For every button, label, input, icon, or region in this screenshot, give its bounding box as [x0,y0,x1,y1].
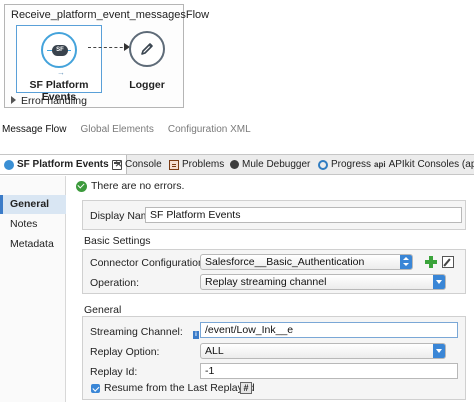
chevron-down-icon [433,344,445,358]
pencil-icon [141,43,153,55]
sf-platform-events-node[interactable]: SF → SF Platform Events [16,25,102,103]
tab-global-elements[interactable]: Global Elements [78,124,155,138]
apikit-icon: api [374,160,386,169]
debugger-bug-icon [230,160,239,169]
connector-configuration-value: Salesforce__Basic_Authentication [205,256,365,268]
tab-console[interactable]: Console [108,155,166,174]
display-name-field[interactable]: SF Platform Events [145,207,462,223]
sf-platform-events-icon: SF [41,32,77,68]
resume-label: Resume from the Last Replay Id [104,382,255,394]
flow-title: Receive_platform_event_messagesFlow [11,9,210,21]
display-name-group: Display Name: SF Platform Events [82,200,466,230]
add-icon[interactable] [425,256,437,268]
nav-item-general[interactable]: General [0,195,66,214]
tab-label: Console [125,159,162,170]
streaming-channel-label: Streaming Channel: [90,326,183,338]
tab-label: Mule Debugger [242,159,311,170]
streaming-channel-field[interactable]: /event/Low_Ink__e [200,322,458,338]
connector-configuration-label: Connector Configuration: [90,257,207,269]
properties-nav: General Notes Metadata [0,176,66,402]
tab-message-flow[interactable]: Message Flow [0,124,68,138]
source-arrow-icon: → [57,68,65,77]
replay-option-select[interactable]: ALL [200,343,446,359]
progress-icon [318,159,328,170]
resume-checkbox[interactable] [91,384,100,393]
edit-icon[interactable] [442,256,454,268]
tab-mule-debugger[interactable]: Mule Debugger [226,155,314,174]
operation-select[interactable]: Replay streaming channel [200,274,446,290]
tab-apikit-consoles[interactable]: api APIkit Consoles (apsta [370,155,474,174]
replay-option-label: Replay Option: [90,346,160,358]
sf-platform-events-icon [4,159,14,170]
replay-id-label: Replay Id: [90,366,138,378]
tab-problems[interactable]: Problems [165,155,228,174]
problems-icon [169,159,179,170]
nav-item-notes[interactable]: Notes [0,215,66,234]
nav-item-metadata[interactable]: Metadata [0,235,66,254]
expression-toggle-button[interactable]: # [240,382,252,394]
error-handling-label: Error handling [21,95,87,107]
operation-label: Operation: [90,277,140,289]
check-icon [76,180,87,192]
tab-label: Progress [331,159,372,170]
general-title: General [84,304,122,316]
salesforce-cloud-icon: SF [52,45,68,56]
basic-settings-group: Connector Configuration: Salesforce__Bas… [82,249,466,294]
tab-label: APIkit Consoles (apsta [388,159,474,170]
views-tab-bar: SF Platform Events ✕ Console Problems Mu… [0,154,474,175]
basic-settings-title: Basic Settings [84,235,151,247]
editor-tab-bar: Message Flow Global Elements Configurati… [0,124,253,138]
general-group: Streaming Channel: i /event/Low_Ink__e R… [82,316,466,400]
logger-node[interactable] [129,31,165,67]
replay-option-value: ALL [205,345,224,357]
tab-label: SF Platform Events [17,159,109,170]
operation-value: Replay streaming channel [205,276,327,288]
replay-id-field[interactable]: -1 [200,363,458,379]
info-badge-icon: i [193,331,199,339]
expand-triangle-icon [11,96,16,104]
status-text: There are no errors. [91,180,185,192]
chevron-down-icon [433,275,445,289]
console-icon [112,159,122,170]
error-handling-toggle[interactable]: Error handling [11,95,87,107]
tab-progress[interactable]: Progress [314,155,375,174]
connector-configuration-select[interactable]: Salesforce__Basic_Authentication [200,254,413,270]
tab-label: Problems [182,159,225,170]
flow-connector [88,47,128,48]
logger-label: Logger [129,79,165,91]
flow-canvas: Receive_platform_event_messagesFlow SF →… [4,4,209,108]
validation-status: There are no errors. [76,180,184,192]
tab-configuration-xml[interactable]: Configuration XML [166,124,253,138]
select-arrows-icon [400,255,412,269]
